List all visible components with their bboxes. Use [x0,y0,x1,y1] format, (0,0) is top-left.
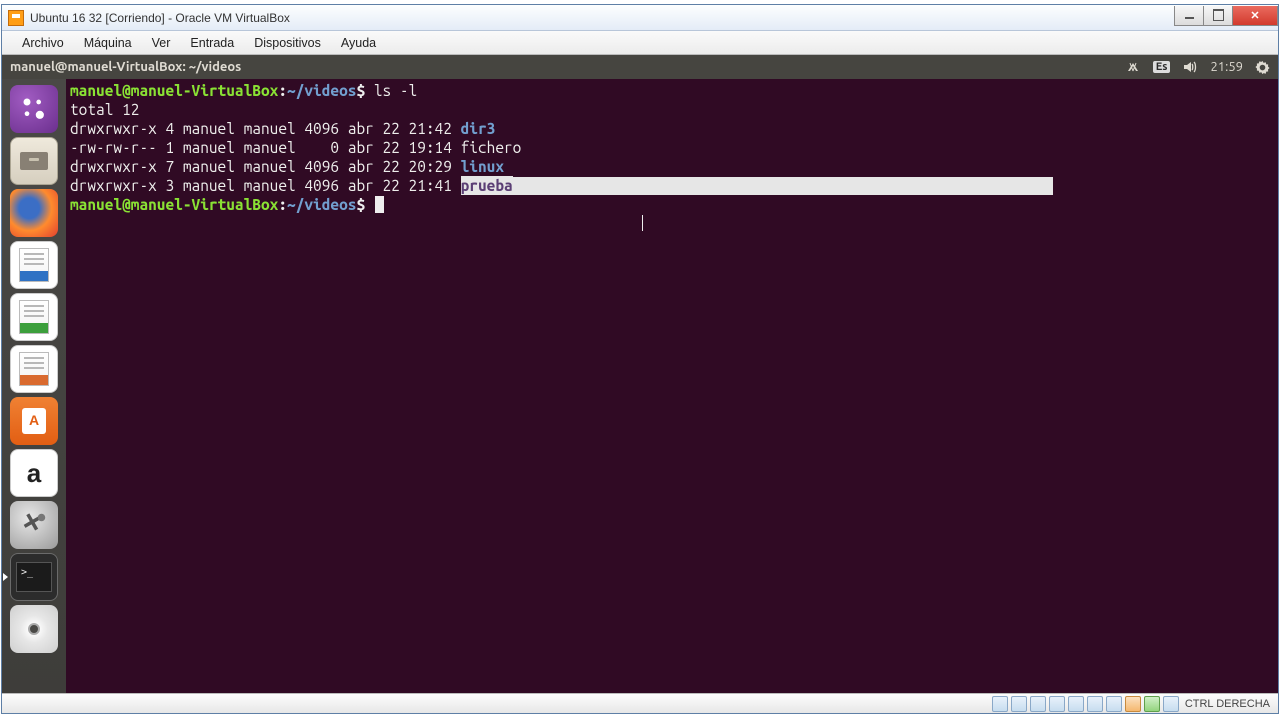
launcher-firefox[interactable] [10,189,58,237]
status-mouse-icon[interactable] [1163,696,1179,712]
virtualbox-menubar: Archivo Máquina Ver Entrada Dispositivos… [2,31,1278,55]
launcher-amazon[interactable]: a [10,449,58,497]
unity-launcher: a >_ [2,79,66,693]
menu-ver[interactable]: Ver [142,34,181,52]
clock[interactable]: 21:59 [1210,60,1243,74]
launcher-software[interactable] [10,397,58,445]
system-menu-icon[interactable] [1255,60,1270,75]
launcher-impress[interactable] [10,345,58,393]
virtualbox-titlebar[interactable]: Ubuntu 16 32 [Corriendo] - Oracle VM Vir… [2,5,1278,31]
hostkey-label: CTRL DERECHA [1185,698,1270,710]
status-display-icon[interactable] [1106,696,1122,712]
guest-screen: manuel@manuel-VirtualBox: ~/videos Es 21… [2,55,1278,693]
status-optical-icon[interactable] [1011,696,1027,712]
virtualbox-window: Ubuntu 16 32 [Corriendo] - Oracle VM Vir… [1,4,1279,714]
close-button[interactable] [1232,6,1278,26]
status-usb-icon[interactable] [1068,696,1084,712]
status-recording-icon[interactable] [1125,696,1141,712]
status-hdd-icon[interactable] [992,696,1008,712]
maximize-button[interactable] [1203,6,1233,26]
menu-ayuda[interactable]: Ayuda [331,34,386,52]
terminal-area[interactable]: manuel@manuel-VirtualBox:~/videos$ ls -l… [66,79,1278,693]
status-processor-icon[interactable] [1144,696,1160,712]
virtualbox-title: Ubuntu 16 32 [Corriendo] - Oracle VM Vir… [30,11,1175,25]
launcher-files[interactable] [10,137,58,185]
virtualbox-statusbar: CTRL DERECHA [2,693,1278,713]
virtualbox-icon [8,10,24,26]
ubuntu-topbar: manuel@manuel-VirtualBox: ~/videos Es 21… [2,55,1278,79]
keyboard-indicator[interactable]: Es [1153,61,1171,73]
launcher-calc[interactable] [10,293,58,341]
window-title: manuel@manuel-VirtualBox: ~/videos [10,60,241,74]
status-shared-folders-icon[interactable] [1087,696,1103,712]
status-network-icon[interactable] [1049,696,1065,712]
launcher-settings[interactable] [10,501,58,549]
status-audio-icon[interactable] [1030,696,1046,712]
network-indicator-icon[interactable] [1125,59,1141,75]
launcher-dash[interactable] [10,85,58,133]
menu-dispositivos[interactable]: Dispositivos [244,34,331,52]
menu-maquina[interactable]: Máquina [74,34,142,52]
menu-archivo[interactable]: Archivo [12,34,74,52]
launcher-terminal[interactable]: >_ [10,553,58,601]
launcher-disc[interactable] [10,605,58,653]
menu-entrada[interactable]: Entrada [180,34,244,52]
sound-indicator-icon[interactable] [1182,59,1198,75]
minimize-button[interactable] [1174,6,1204,26]
launcher-writer[interactable] [10,241,58,289]
